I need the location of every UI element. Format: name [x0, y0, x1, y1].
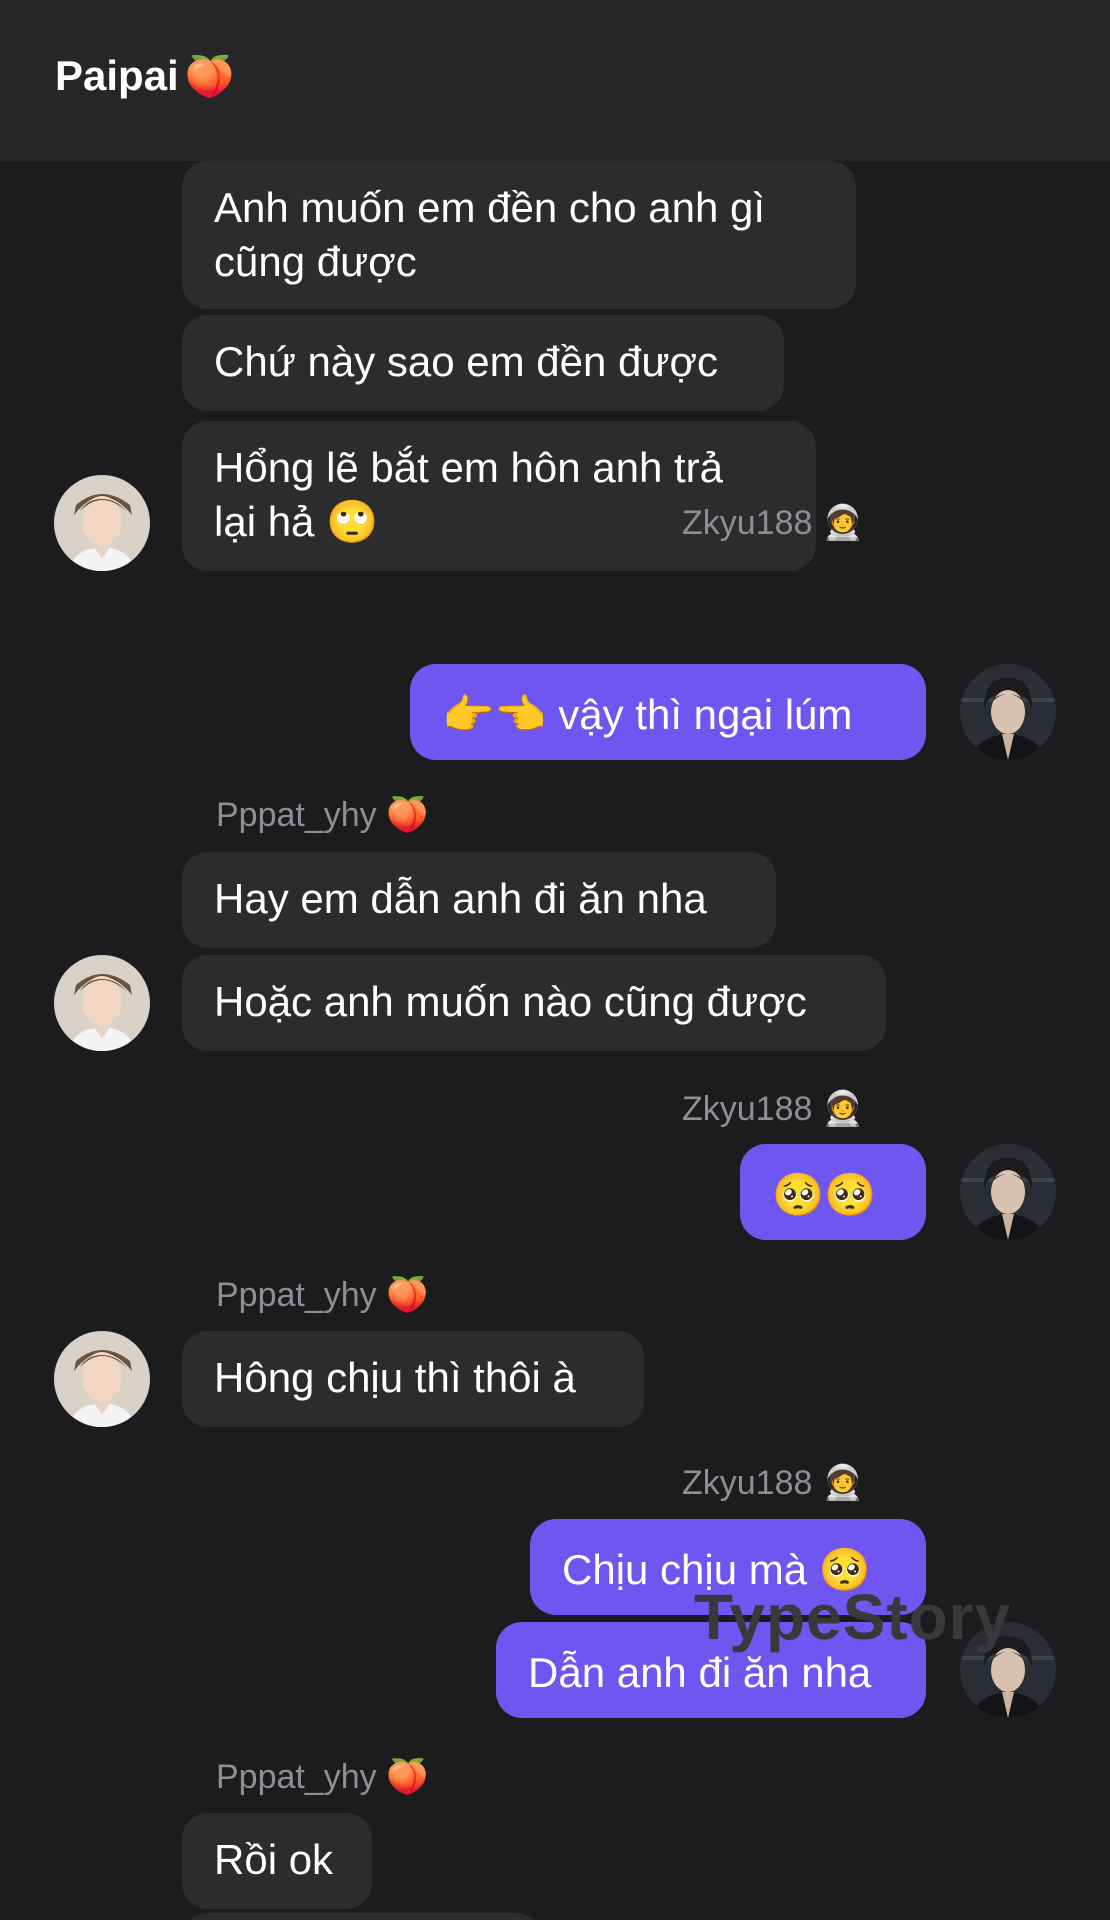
message-text-line: cũng được	[214, 238, 417, 285]
sender-name-outgoing: Zkyu188 🧑‍🚀	[682, 1090, 865, 1128]
message-bubble-incoming-partial[interactable]	[182, 1913, 542, 1920]
message-list[interactable]: Anh muốn em đền cho anh gì cũng được Chứ…	[0, 161, 1110, 1920]
message-bubble-incoming[interactable]: Hay em dẫn anh đi ăn nha	[182, 852, 776, 948]
message-text: 👉👈 vậy thì ngại lúm	[442, 691, 853, 738]
message-text: Hông chịu thì thôi à	[214, 1354, 576, 1401]
message-text-line: Anh muốn em đền cho anh gì	[214, 184, 766, 231]
sender-name-incoming: Pppat_yhy 🍑	[216, 1276, 429, 1314]
message-text: 🥺🥺	[772, 1171, 877, 1218]
avatar-outgoing[interactable]	[960, 664, 1056, 760]
message-bubble-incoming[interactable]: Chứ này sao em đền được	[182, 315, 784, 411]
watermark: TypeStory	[694, 1581, 1012, 1653]
avatar-incoming[interactable]	[54, 1331, 150, 1427]
sender-name-incoming: Pppat_yhy 🍑	[216, 796, 429, 834]
message-bubble-incoming[interactable]: Rồi ok	[182, 1813, 372, 1909]
message-bubble-outgoing[interactable]: 🥺🥺	[740, 1144, 926, 1240]
message-bubble-incoming[interactable]: Hổng lẽ bắt em hôn anh trả lại hả 🙄	[182, 421, 816, 571]
sender-name-outgoing: Zkyu188 🧑‍🚀	[682, 1464, 865, 1502]
chat-header: Paipai 🍑	[0, 0, 1110, 161]
message-text: Rồi ok	[214, 1836, 334, 1883]
message-text: Chứ này sao em đền được	[214, 338, 719, 385]
sender-name-incoming: Pppat_yhy 🍑	[216, 1758, 429, 1796]
avatar-incoming[interactable]	[54, 955, 150, 1051]
message-text-line: Hổng lẽ bắt em hôn anh trả	[214, 444, 724, 491]
chat-title[interactable]: Paipai 🍑	[55, 52, 235, 100]
avatar-man-light-icon	[54, 1331, 150, 1427]
message-bubble-incoming[interactable]: Hoặc anh muốn nào cũng được	[182, 955, 886, 1051]
chat-title-text: Paipai	[55, 52, 179, 99]
message-bubble-incoming[interactable]: Anh muốn em đền cho anh gì cũng được	[182, 161, 856, 309]
avatar-incoming[interactable]	[54, 475, 150, 571]
message-text: Dẫn anh đi ăn nha	[528, 1649, 872, 1696]
avatar-outgoing[interactable]	[960, 1144, 1056, 1240]
avatar-man-light-icon	[54, 955, 150, 1051]
avatar-man-dark-icon	[960, 664, 1056, 760]
avatar-man-light-icon	[54, 475, 150, 571]
message-text: Hoặc anh muốn nào cũng được	[214, 978, 807, 1025]
message-bubble-incoming[interactable]: Hông chịu thì thôi à	[182, 1331, 644, 1427]
sender-name-outgoing: Zkyu188 🧑‍🚀	[682, 504, 865, 542]
avatar-man-dark-icon	[960, 1144, 1056, 1240]
peach-emoji-icon: 🍑	[184, 55, 235, 99]
message-text: Hay em dẫn anh đi ăn nha	[214, 875, 707, 922]
message-bubble-outgoing[interactable]: 👉👈 vậy thì ngại lúm	[410, 664, 926, 760]
